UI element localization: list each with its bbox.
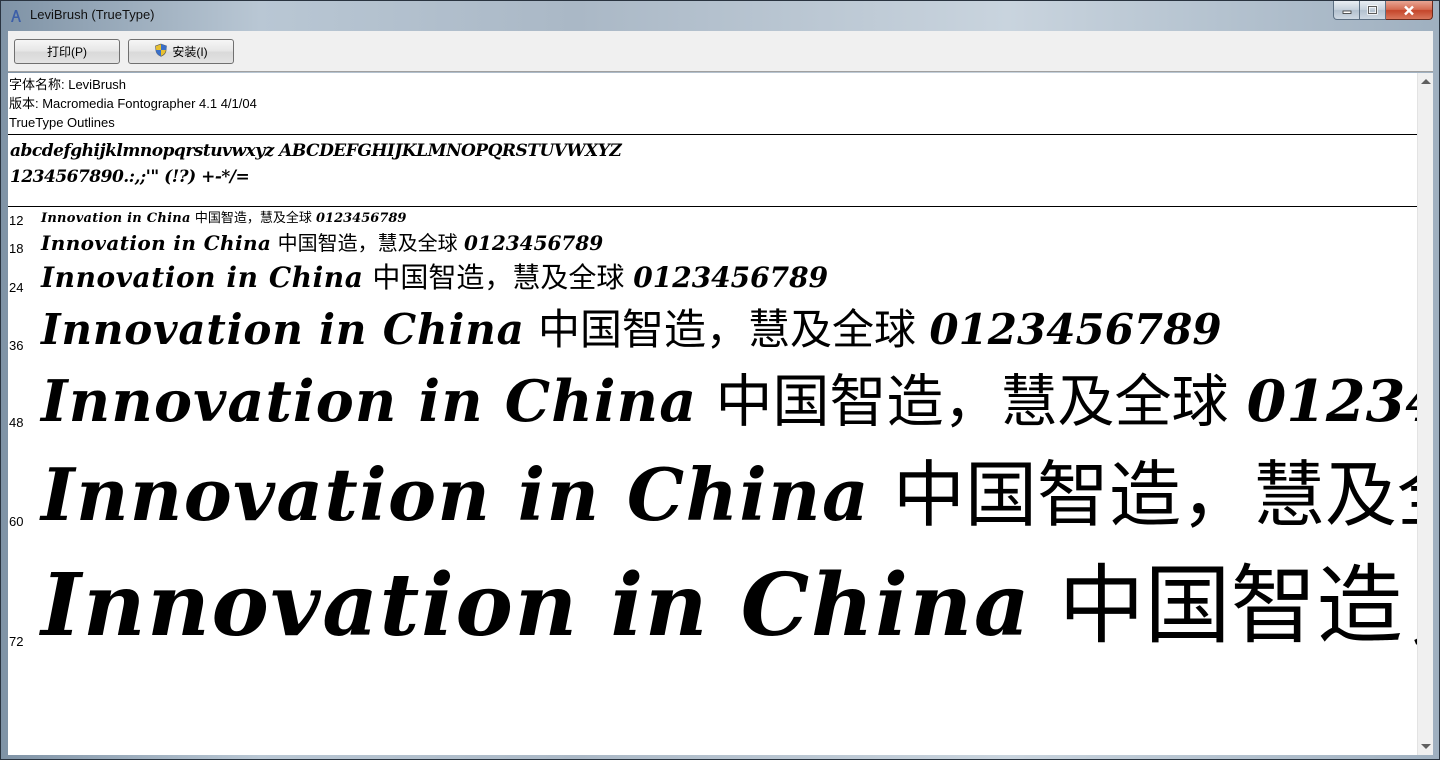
sample-digits: 0123456789 xyxy=(633,261,829,294)
caption-buttons xyxy=(1333,1,1433,21)
sample-text: Innovation in China 中国智造，慧及全球 0123456789 xyxy=(41,563,1417,650)
size-label: 12 xyxy=(9,213,24,228)
font-info-block: 字体名称: LeviBrush 版本: Macromedia Fontograp… xyxy=(9,75,257,132)
sample-cjk: 中国智造，慧及全球 xyxy=(537,305,916,354)
size-label: 18 xyxy=(9,241,24,256)
sample-cjk: 中国智造，慧及全球 xyxy=(1058,556,1417,656)
close-button[interactable] xyxy=(1386,1,1433,20)
sample-text: Innovation in China 中国智造，慧及全球 0123456789 xyxy=(41,212,406,225)
font-file-icon xyxy=(9,8,23,22)
sample-latin: Innovation in China xyxy=(41,368,698,435)
font-outline-line: TrueType Outlines xyxy=(9,115,115,130)
uac-shield-icon xyxy=(154,43,168,60)
scroll-down-icon[interactable] xyxy=(1421,744,1431,749)
sample-text: Innovation in China 中国智造，慧及全球 0123456789 xyxy=(41,373,1417,431)
sample-latin: Innovation in China xyxy=(41,231,272,255)
sample-digits: 0123456789 xyxy=(464,231,604,255)
sample-latin: Innovation in China xyxy=(41,261,364,294)
vertical-scrollbar[interactable] xyxy=(1417,73,1433,755)
size-label: 48 xyxy=(9,415,24,430)
sample-latin: Innovation in China xyxy=(41,305,525,354)
divider-bottom xyxy=(8,206,1417,207)
scroll-up-icon[interactable] xyxy=(1421,79,1431,84)
sample-text: Innovation in China 中国智造，慧及全球 0123456789 xyxy=(41,264,828,292)
print-button[interactable]: 打印(P) xyxy=(14,39,120,64)
minimize-button[interactable] xyxy=(1333,1,1360,20)
install-button[interactable]: 安装(I) xyxy=(128,39,234,64)
print-button-label: 打印(P) xyxy=(47,45,87,59)
sample-latin: Innovation in China xyxy=(41,452,871,537)
font-name-line: 字体名称: LeviBrush xyxy=(9,77,127,92)
sample-digits: 0123456789 xyxy=(316,211,407,226)
minimize-icon xyxy=(1342,10,1351,14)
close-icon xyxy=(1404,5,1414,15)
sample-cjk: 中国智造，慧及全球 xyxy=(715,369,1229,435)
charset-symbols: 1234567890.:,;'" (!?) +-*/= xyxy=(10,167,250,187)
sample-latin: Innovation in China xyxy=(41,211,191,226)
size-label: 72 xyxy=(9,634,24,649)
title-bar[interactable]: LeviBrush (TrueType) xyxy=(1,1,1439,30)
font-viewer-window: LeviBrush (TrueType) 打印(P) 安装(I) 字体名称: L… xyxy=(0,0,1440,760)
sample-latin: Innovation in China xyxy=(41,555,1032,656)
size-label: 60 xyxy=(9,514,24,529)
divider-top xyxy=(8,134,1417,135)
sample-digits: 0123456789 xyxy=(1246,368,1417,435)
font-preview-pane: 字体名称: LeviBrush 版本: Macromedia Fontograp… xyxy=(8,73,1433,755)
font-version-line: 版本: Macromedia Fontographer 4.1 4/1/04 xyxy=(9,96,257,111)
maximize-button[interactable] xyxy=(1360,1,1386,20)
window-title: LeviBrush (TrueType) xyxy=(30,7,155,22)
toolbar: 打印(P) 安装(I) xyxy=(8,31,1433,72)
sample-digits: 0123456789 xyxy=(929,305,1222,354)
size-label: 36 xyxy=(9,338,24,353)
sample-text: Innovation in China 中国智造，慧及全球 0123456789 xyxy=(41,459,1417,532)
sample-row-18: 18 Innovation in China 中国智造，慧及全球 0123456… xyxy=(8,229,1417,259)
install-button-label: 安装(I) xyxy=(172,45,208,59)
sample-row-60: 60 Innovation in China 中国智造，慧及全球 0123456… xyxy=(8,445,1417,547)
sample-row-12: 12 Innovation in China 中国智造，慧及全球 0123456… xyxy=(8,209,1417,229)
sample-cjk: 中国智造，慧及全球 xyxy=(892,453,1417,537)
size-label: 24 xyxy=(9,280,24,295)
sample-row-36: 36 Innovation in China 中国智造，慧及全球 0123456… xyxy=(8,301,1417,361)
sample-cjk: 中国智造，慧及全球 xyxy=(277,231,458,255)
maximize-icon xyxy=(1367,5,1378,15)
sample-text: Innovation in China 中国智造，慧及全球 0123456789 xyxy=(41,309,1222,351)
sample-cjk: 中国智造，慧及全球 xyxy=(194,211,312,226)
sample-row-48: 48 Innovation in China 中国智造，慧及全球 0123456… xyxy=(8,361,1417,445)
charset-letters: abcdefghijklmnopqrstuvwxyz ABCDEFGHIJKLM… xyxy=(10,141,622,161)
sample-text: Innovation in China 中国智造，慧及全球 0123456789 xyxy=(41,233,603,253)
sample-cjk: 中国智造，慧及全球 xyxy=(372,261,625,294)
sample-row-24: 24 Innovation in China 中国智造，慧及全球 0123456… xyxy=(8,259,1417,301)
sample-row-72: 72 Innovation in China 中国智造，慧及全球 0123456… xyxy=(8,547,1417,672)
